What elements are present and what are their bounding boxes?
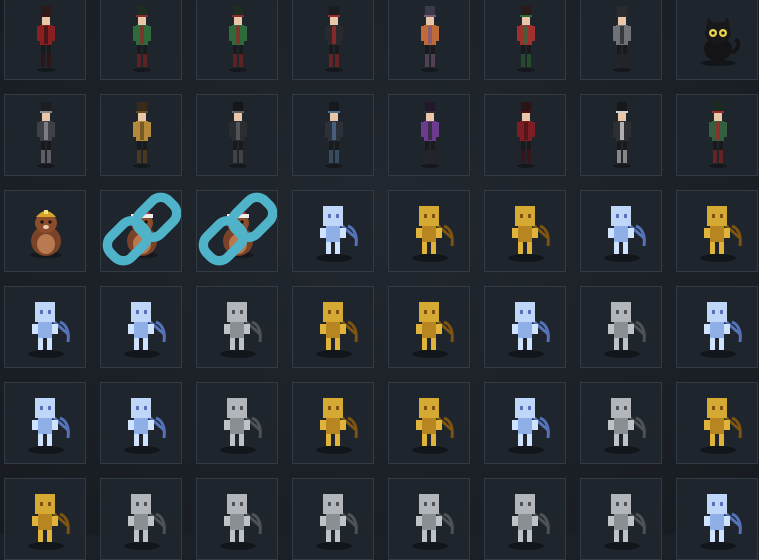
miner-robot-icon [700,494,742,550]
nutcracker-icon [37,6,55,72]
nutcracker-icon [613,6,631,72]
nutcracker-icon [613,102,631,168]
miner-robot-icon [700,302,742,358]
inventory-slot[interactable] [580,94,662,176]
inventory-slot[interactable] [676,382,758,464]
miner-robot-icon [700,398,742,454]
inventory-slot[interactable] [676,94,758,176]
miner-robot-icon [412,398,454,454]
miner-robot-icon [124,398,166,454]
nutcracker-icon [421,102,439,168]
miner-robot-icon [316,302,358,358]
inventory-slot[interactable] [292,478,374,560]
inventory-slot[interactable] [292,286,374,368]
inventory-slot[interactable] [388,478,470,560]
inventory-slot[interactable] [100,190,182,272]
inventory-slot[interactable] [484,0,566,80]
inventory-slot[interactable] [100,382,182,464]
nutcracker-icon [229,102,247,168]
miner-robot-icon [220,302,262,358]
black-cat-plush-icon [700,17,741,66]
nutcracker-icon [517,6,535,72]
miner-robot-icon [508,398,550,454]
inventory-slot[interactable] [100,0,182,80]
inventory-slot[interactable] [4,382,86,464]
inventory-slot[interactable] [100,286,182,368]
inventory-slot[interactable] [580,0,662,80]
inventory-slot[interactable] [100,94,182,176]
miner-robot-icon [28,302,70,358]
inventory-slot[interactable] [484,286,566,368]
miner-robot-icon [220,398,262,454]
inventory-slot[interactable] [580,286,662,368]
inventory-slot[interactable] [676,286,758,368]
inventory-slot[interactable] [4,190,86,272]
inventory-slot[interactable] [388,286,470,368]
inventory-slot[interactable] [196,382,278,464]
miner-robot-icon [604,206,646,262]
inventory-slot[interactable] [484,382,566,464]
miner-robot-icon [316,398,358,454]
link-icon [198,192,277,266]
inventory-slot[interactable] [484,190,566,272]
inventory-slot[interactable] [580,478,662,560]
nutcracker-icon [37,102,55,168]
miner-robot-icon [316,494,358,550]
inventory-slot[interactable] [196,0,278,80]
inventory-slot[interactable] [292,0,374,80]
inventory-slot[interactable] [580,190,662,272]
miner-robot-icon [28,398,70,454]
link-icon [102,192,181,266]
inventory-slot[interactable] [676,0,758,80]
inventory-slot[interactable] [4,94,86,176]
miner-robot-icon [412,494,454,550]
miner-robot-icon [604,398,646,454]
miner-robot-icon [124,494,166,550]
inventory-slot[interactable] [580,382,662,464]
inventory-slot[interactable] [100,478,182,560]
nutcracker-icon [229,6,247,72]
nutcracker-icon [325,6,343,72]
groundhog-plush-icon [30,210,62,258]
miner-robot-icon [28,494,70,550]
inventory-slot[interactable] [292,190,374,272]
inventory-slot[interactable] [388,190,470,272]
nutcracker-icon [325,102,343,168]
inventory-slot[interactable] [292,94,374,176]
miner-robot-icon [316,206,358,262]
inventory-slot[interactable] [196,190,278,272]
inventory-slot[interactable] [388,382,470,464]
inventory-slot[interactable] [676,190,758,272]
inventory-slot[interactable] [196,478,278,560]
nutcracker-icon [517,102,535,168]
miner-robot-icon [508,494,550,550]
inventory-slot[interactable] [196,94,278,176]
inventory-slot[interactable] [388,94,470,176]
nutcracker-icon [421,6,439,72]
inventory-grid [0,0,759,560]
miner-robot-icon [700,206,742,262]
inventory-slot[interactable] [4,286,86,368]
inventory-slot[interactable] [676,478,758,560]
inventory-slot[interactable] [196,286,278,368]
inventory-slot[interactable] [292,382,374,464]
inventory-slot[interactable] [484,94,566,176]
miner-robot-icon [412,206,454,262]
nutcracker-icon [133,102,151,168]
miner-robot-icon [604,302,646,358]
inventory-slot[interactable] [484,478,566,560]
miner-robot-icon [220,494,262,550]
nutcracker-icon [133,6,151,72]
inventory-slot[interactable] [4,0,86,80]
miner-robot-icon [124,302,166,358]
inventory-slot[interactable] [388,0,470,80]
miner-robot-icon [412,302,454,358]
miner-robot-icon [604,494,646,550]
nutcracker-icon [709,102,727,168]
miner-robot-icon [508,302,550,358]
inventory-slot[interactable] [4,478,86,560]
miner-robot-icon [508,206,550,262]
